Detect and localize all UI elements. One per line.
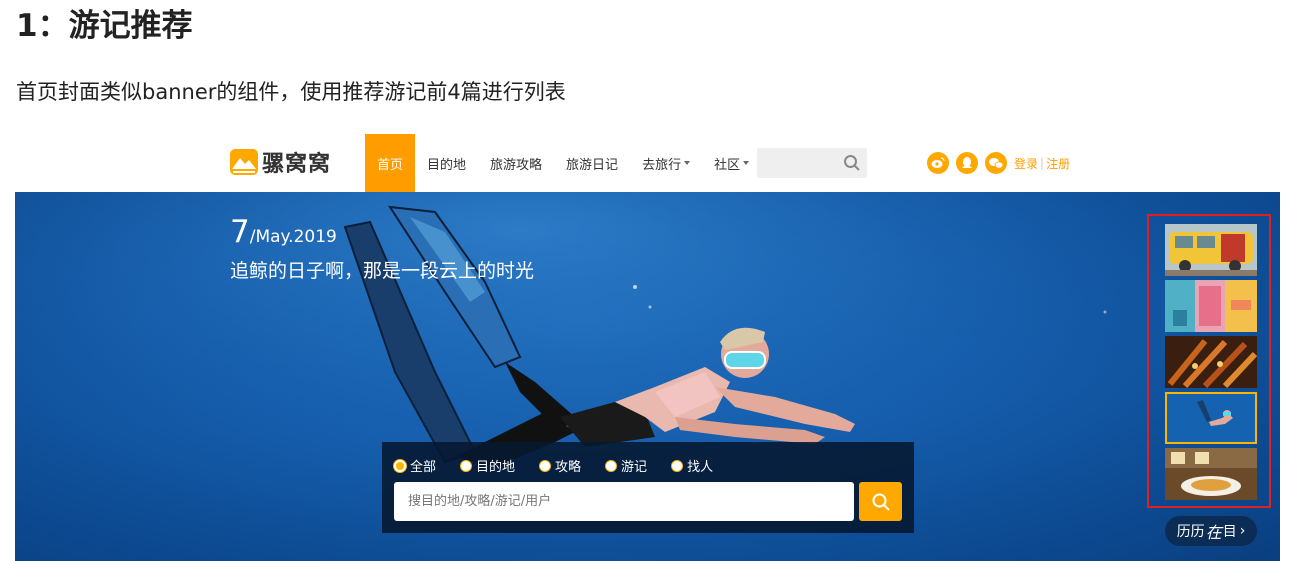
section-description: 首页封面类似banner的组件，使用推荐游记前4篇进行列表 bbox=[16, 80, 566, 104]
search-input[interactable] bbox=[394, 482, 854, 521]
radio-label: 目的地 bbox=[476, 460, 516, 475]
thumb-yellow-van[interactable] bbox=[1165, 224, 1257, 276]
nav-item-label: 旅游攻略 bbox=[490, 157, 543, 173]
thumb-restaurant-meal[interactable] bbox=[1165, 448, 1257, 500]
radio-all[interactable]: 全部 bbox=[394, 456, 436, 475]
thumb-diver[interactable] bbox=[1165, 392, 1257, 444]
login-link[interactable]: 登录 bbox=[1014, 155, 1038, 172]
nav-item-label: 目的地 bbox=[427, 157, 467, 173]
radio-destination[interactable]: 目的地 bbox=[460, 456, 515, 475]
radio-dot bbox=[539, 459, 552, 472]
section-title: 1：游记推荐 bbox=[16, 8, 193, 44]
wechat-icon[interactable] bbox=[985, 152, 1007, 174]
thumbnail-strip bbox=[1147, 214, 1271, 508]
register-link[interactable]: 注册 bbox=[1046, 155, 1070, 172]
search-icon bbox=[872, 493, 890, 511]
caret-down-icon bbox=[743, 161, 750, 165]
thumb-skewers-food[interactable] bbox=[1165, 336, 1257, 388]
nav-item-community[interactable]: 社区 bbox=[702, 134, 761, 192]
search-type-radios: 全部 目的地 攻略 游记 找人 bbox=[394, 456, 737, 475]
thumb-colorful-street[interactable] bbox=[1165, 280, 1257, 332]
history-button-label-end: 目 bbox=[1222, 524, 1237, 540]
caret-down-icon bbox=[684, 161, 691, 165]
history-button-label: 历历 bbox=[1176, 524, 1205, 540]
history-button-emphasis: 在 bbox=[1205, 523, 1222, 542]
radio-dot bbox=[671, 459, 684, 472]
radio-dot bbox=[605, 459, 618, 472]
logo-mountain-icon bbox=[230, 149, 258, 175]
search-panel: 全部 目的地 攻略 游记 找人 bbox=[382, 442, 914, 533]
header-search-box[interactable] bbox=[757, 148, 867, 178]
search-button[interactable] bbox=[859, 482, 902, 521]
history-button[interactable]: 历历在目 › bbox=[1165, 516, 1257, 546]
banner-date: 7/May.2019 bbox=[230, 214, 337, 250]
nav-item-go-travel[interactable]: 去旅行 bbox=[630, 134, 702, 192]
radio-label: 全部 bbox=[410, 460, 437, 475]
banner-caption[interactable]: 追鲸的日子啊，那是一段云上的时光 bbox=[230, 256, 534, 283]
radio-dot bbox=[460, 459, 473, 472]
nav-item-label: 去旅行 bbox=[642, 157, 682, 173]
chevron-right-icon: › bbox=[1239, 523, 1246, 539]
nav-item-destination[interactable]: 目的地 bbox=[415, 134, 478, 192]
weibo-icon[interactable] bbox=[927, 152, 949, 174]
radio-label: 攻略 bbox=[555, 460, 582, 475]
nav-item-travel-diary[interactable]: 旅游日记 bbox=[554, 134, 630, 192]
banner-day: 7 bbox=[230, 214, 250, 250]
nav-item-label: 旅游日记 bbox=[566, 157, 619, 173]
auth-links: 登录 | 注册 bbox=[1014, 155, 1070, 172]
travelogue-banner[interactable]: 7/May.2019 追鲸的日子啊，那是一段云上的时光 历历在目 › 全部 目的地… bbox=[15, 192, 1280, 561]
radio-label: 游记 bbox=[621, 460, 648, 475]
auth-separator: | bbox=[1040, 156, 1045, 170]
logo-text: 骡窝窝 bbox=[262, 152, 332, 177]
nav-item-home[interactable]: 首页 bbox=[365, 134, 416, 192]
nav-item-label: 社区 bbox=[714, 157, 741, 173]
logo[interactable]: 骡窝窝 bbox=[230, 147, 331, 177]
radio-find-people[interactable]: 找人 bbox=[671, 456, 713, 475]
social-login: 登录 | 注册 bbox=[927, 152, 1070, 174]
main-nav: 首页 目的地 旅游攻略 旅游日记 去旅行 社区 bbox=[365, 134, 761, 192]
radio-guide[interactable]: 攻略 bbox=[539, 456, 581, 475]
radio-label: 找人 bbox=[687, 460, 714, 475]
nav-item-label: 首页 bbox=[377, 157, 404, 173]
search-icon[interactable] bbox=[843, 154, 861, 172]
radio-travelogue[interactable]: 游记 bbox=[605, 456, 647, 475]
qq-icon[interactable] bbox=[956, 152, 978, 174]
radio-dot bbox=[394, 459, 406, 472]
site-header: 骡窝窝 首页 目的地 旅游攻略 旅游日记 去旅行 社区 登录 | 注册 bbox=[0, 134, 1295, 192]
nav-item-travel-guide[interactable]: 旅游攻略 bbox=[478, 134, 554, 192]
banner-month-year: /May.2019 bbox=[249, 227, 337, 247]
